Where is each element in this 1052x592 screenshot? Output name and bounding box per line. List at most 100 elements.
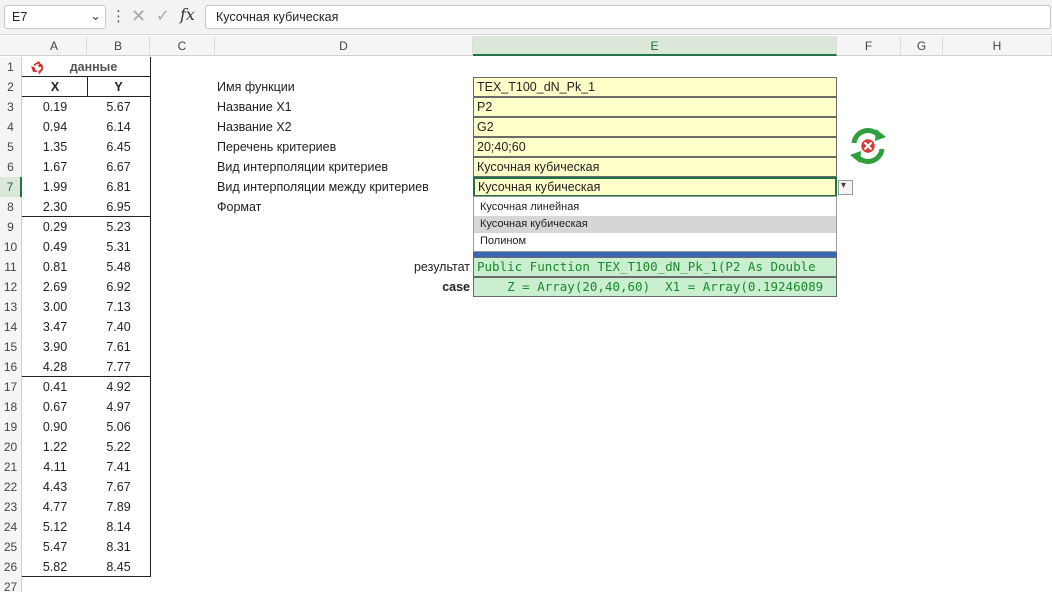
column-header-a[interactable]: A [22,36,87,56]
row-header-14[interactable]: 14 [0,317,22,337]
data-cell-x[interactable]: 5.47 [23,537,87,557]
dropdown-option[interactable]: Полином [474,233,836,250]
data-cell-x[interactable]: 3.90 [23,337,87,357]
row-header-26[interactable]: 26 [0,557,22,577]
data-cell-x[interactable]: 4.11 [23,457,87,477]
row-header-10[interactable]: 10 [0,237,22,257]
more-options-icon[interactable]: ⋮ [111,7,126,25]
data-cell-x[interactable]: 3.47 [23,317,87,337]
row-header-3[interactable]: 3 [0,97,22,117]
data-cell-y[interactable]: 8.14 [87,517,150,537]
enter-icon[interactable]: ✓ [156,6,169,26]
header-y[interactable]: Y [87,77,150,97]
row-header-15[interactable]: 15 [0,337,22,357]
data-cell-y[interactable]: 5.06 [87,417,150,437]
data-cell-x[interactable]: 2.30 [23,197,87,217]
data-cell-y[interactable]: 4.92 [87,377,150,397]
data-cell-y[interactable]: 7.41 [87,457,150,477]
data-cell-x[interactable]: 4.43 [23,477,87,497]
row-header-9[interactable]: 9 [0,217,22,237]
column-header-e[interactable]: E [473,36,837,56]
data-cell-x[interactable]: 0.81 [23,257,87,277]
row-header-24[interactable]: 24 [0,517,22,537]
chevron-down-icon[interactable]: ⌄ [90,8,101,24]
column-header-c[interactable]: C [150,36,215,56]
data-cell-y[interactable]: 6.14 [87,117,150,137]
data-cell-x[interactable]: 4.28 [23,357,87,377]
data-cell-x[interactable]: 0.94 [23,117,87,137]
row-header-7[interactable]: 7 [0,177,22,197]
refresh-cancel-icon[interactable] [848,127,888,165]
row-header-23[interactable]: 23 [0,497,22,517]
data-cell-y[interactable]: 5.23 [87,217,150,237]
data-cell-x[interactable]: 1.35 [23,137,87,157]
data-cell-y[interactable]: 7.61 [87,337,150,357]
dropdown-toggle-button[interactable]: ▾ [838,180,853,195]
data-cell-x[interactable]: 0.19 [23,97,87,117]
data-cell-y[interactable]: 6.45 [87,137,150,157]
data-cell-x[interactable]: 0.67 [23,397,87,417]
data-cell-x[interactable]: 1.99 [23,177,87,197]
row-header-8[interactable]: 8 [0,197,22,217]
row-header-1[interactable]: 1 [0,57,22,77]
form-value-input[interactable]: P2 [473,97,837,117]
data-cell-y[interactable]: 5.22 [87,437,150,457]
data-cell-y[interactable]: 7.89 [87,497,150,517]
row-header-27[interactable]: 27 [0,577,22,592]
data-cell-x[interactable]: 0.29 [23,217,87,237]
header-x[interactable]: X [23,77,87,97]
data-cell-y[interactable]: 8.45 [87,557,150,577]
row-header-2[interactable]: 2 [0,77,22,97]
data-cell-y[interactable]: 5.67 [87,97,150,117]
column-header-d[interactable]: D [215,36,473,56]
form-value-input[interactable]: Кусочная кубическая [473,157,837,177]
row-header-25[interactable]: 25 [0,537,22,557]
result-line-2[interactable]: Z = Array(20,40,60) X1 = Array(0.1924608… [473,277,837,297]
data-cell-x[interactable]: 5.12 [23,517,87,537]
data-cell-y[interactable]: 6.67 [87,157,150,177]
data-cell-x[interactable]: 3.00 [23,297,87,317]
row-header-20[interactable]: 20 [0,437,22,457]
result-line-1[interactable]: Public Function TEX_T100_dN_Pk_1(P2 As D… [473,257,837,277]
data-cell-y[interactable]: 5.31 [87,237,150,257]
column-header-b[interactable]: B [87,36,150,56]
data-cell-x[interactable]: 0.90 [23,417,87,437]
row-header-16[interactable]: 16 [0,357,22,377]
data-cell-x[interactable]: 0.49 [23,237,87,257]
row-header-19[interactable]: 19 [0,417,22,437]
row-header-5[interactable]: 5 [0,137,22,157]
data-cell-y[interactable]: 7.13 [87,297,150,317]
row-header-17[interactable]: 17 [0,377,22,397]
data-cell-y[interactable]: 7.77 [87,357,150,377]
row-header-4[interactable]: 4 [0,117,22,137]
data-cell-x[interactable]: 1.22 [23,437,87,457]
data-cell-x[interactable]: 2.69 [23,277,87,297]
dropdown-option[interactable]: Кусочная кубическая [474,216,836,233]
name-box[interactable]: E7 ⌄ [4,5,106,29]
row-header-11[interactable]: 11 [0,257,22,277]
row-header-13[interactable]: 13 [0,297,22,317]
column-header-h[interactable]: H [943,36,1052,56]
row-header-6[interactable]: 6 [0,157,22,177]
data-cell-y[interactable]: 6.95 [87,197,150,217]
data-cell-y[interactable]: 6.81 [87,177,150,197]
data-cell-x[interactable]: 1.67 [23,157,87,177]
data-title-cell[interactable]: данные [23,57,150,77]
form-value-input[interactable]: G2 [473,117,837,137]
form-value-input[interactable]: 20;40;60 [473,137,837,157]
data-cell-y[interactable]: 5.48 [87,257,150,277]
cancel-icon[interactable]: ✕ [131,6,146,27]
data-cell-y[interactable]: 4.97 [87,397,150,417]
data-cell-x[interactable]: 4.77 [23,497,87,517]
data-cell-y[interactable]: 8.31 [87,537,150,557]
formula-input[interactable]: Кусочная кубическая [205,5,1051,29]
column-header-g[interactable]: G [901,36,943,56]
dropdown-option[interactable]: Кусочная линейная [474,199,836,216]
data-cell-x[interactable]: 5.82 [23,557,87,577]
row-header-18[interactable]: 18 [0,397,22,417]
data-cell-y[interactable]: 7.67 [87,477,150,497]
row-header-21[interactable]: 21 [0,457,22,477]
row-header-12[interactable]: 12 [0,277,22,297]
row-header-22[interactable]: 22 [0,477,22,497]
form-value-input[interactable]: Кусочная кубическая [473,177,837,197]
